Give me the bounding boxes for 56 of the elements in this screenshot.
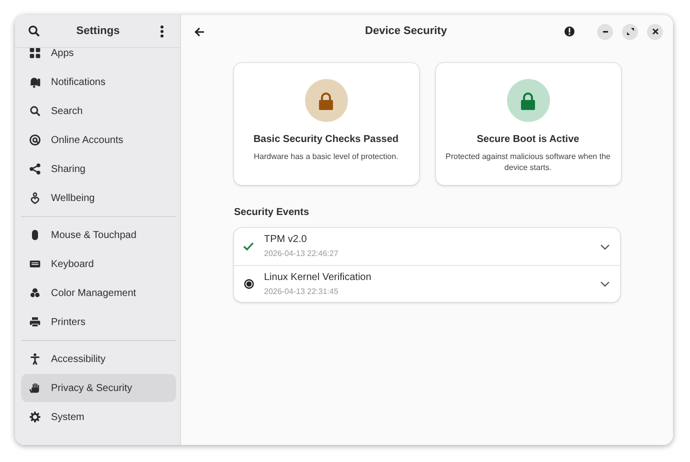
check-icon — [243, 242, 254, 251]
sidebar-item[interactable]: Search — [21, 97, 176, 125]
info-icon — [564, 26, 574, 37]
maximize-button[interactable] — [622, 24, 638, 40]
sidebar-item[interactable]: Sharing — [21, 155, 176, 183]
event-name: Linux Kernel Verification — [264, 272, 372, 284]
card-title: Secure Boot is Active — [476, 133, 580, 147]
search-icon — [28, 25, 40, 37]
wellbeing-icon — [29, 192, 41, 204]
hand-icon — [29, 382, 41, 394]
sidebar-item[interactable]: Keyboard — [21, 250, 176, 278]
lock-icon — [506, 79, 550, 122]
sidebar-item[interactable]: Printers — [21, 308, 176, 336]
sidebar-item[interactable]: Apps — [21, 48, 176, 67]
card-title: Basic Security Checks Passed — [253, 133, 399, 147]
section-heading: Security Events — [234, 206, 310, 220]
sidebar-item[interactable]: Privacy & Security — [21, 374, 176, 402]
event-time: 2026-04-13 22:31:45 — [264, 286, 340, 296]
color-circles-icon — [29, 287, 41, 299]
minimize-icon — [602, 30, 608, 32]
radio-dot-icon — [244, 279, 254, 289]
chevron-down-icon — [600, 281, 610, 287]
maximize-icon — [626, 28, 634, 35]
bell-icon — [29, 76, 41, 88]
lock-icon — [304, 79, 348, 122]
event-row[interactable]: TPM v2.0 2026-04-13 22:46:27 — [234, 228, 620, 265]
sidebar-item[interactable]: Mouse & Touchpad — [21, 221, 176, 249]
accessibility-icon — [29, 353, 41, 365]
printer-icon — [29, 316, 41, 328]
apps-icon — [29, 48, 41, 59]
sidebar-item[interactable]: System — [21, 403, 176, 431]
share-icon — [29, 163, 41, 175]
search-icon — [29, 105, 41, 117]
chevron-down-icon — [600, 244, 610, 250]
mouse-icon — [29, 229, 41, 241]
event-name: TPM v2.0 — [264, 234, 308, 246]
at-sign-icon — [29, 134, 41, 146]
sidebar-title: Settings — [76, 24, 120, 39]
sidebar-item[interactable]: Accessibility — [21, 345, 176, 373]
close-button[interactable] — [647, 24, 663, 40]
back-arrow-icon — [194, 26, 204, 36]
event-row[interactable]: Linux Kernel Verification 2026-04-13 22:31:45 — [234, 265, 620, 302]
event-time: 2026-04-13 22:46:27 — [264, 249, 340, 259]
card-description: Hardware has a basic level of protection. — [252, 152, 400, 163]
page-title: Device Security — [365, 24, 447, 40]
keyboard-icon — [29, 258, 41, 270]
sidebar-item[interactable]: Color Management — [21, 279, 176, 307]
sidebar-item[interactable]: Online Accounts — [21, 126, 176, 154]
sidebar-item[interactable]: Wellbeing — [21, 184, 176, 212]
close-icon — [652, 28, 658, 35]
card-description: Protected against malicious software when the device starts. — [444, 152, 612, 174]
minimize-button[interactable] — [597, 24, 613, 40]
search-button[interactable] — [26, 23, 42, 39]
more-icon — [160, 24, 164, 38]
gear-icon — [29, 411, 41, 423]
sidebar-item[interactable]: Notifications — [21, 68, 176, 96]
